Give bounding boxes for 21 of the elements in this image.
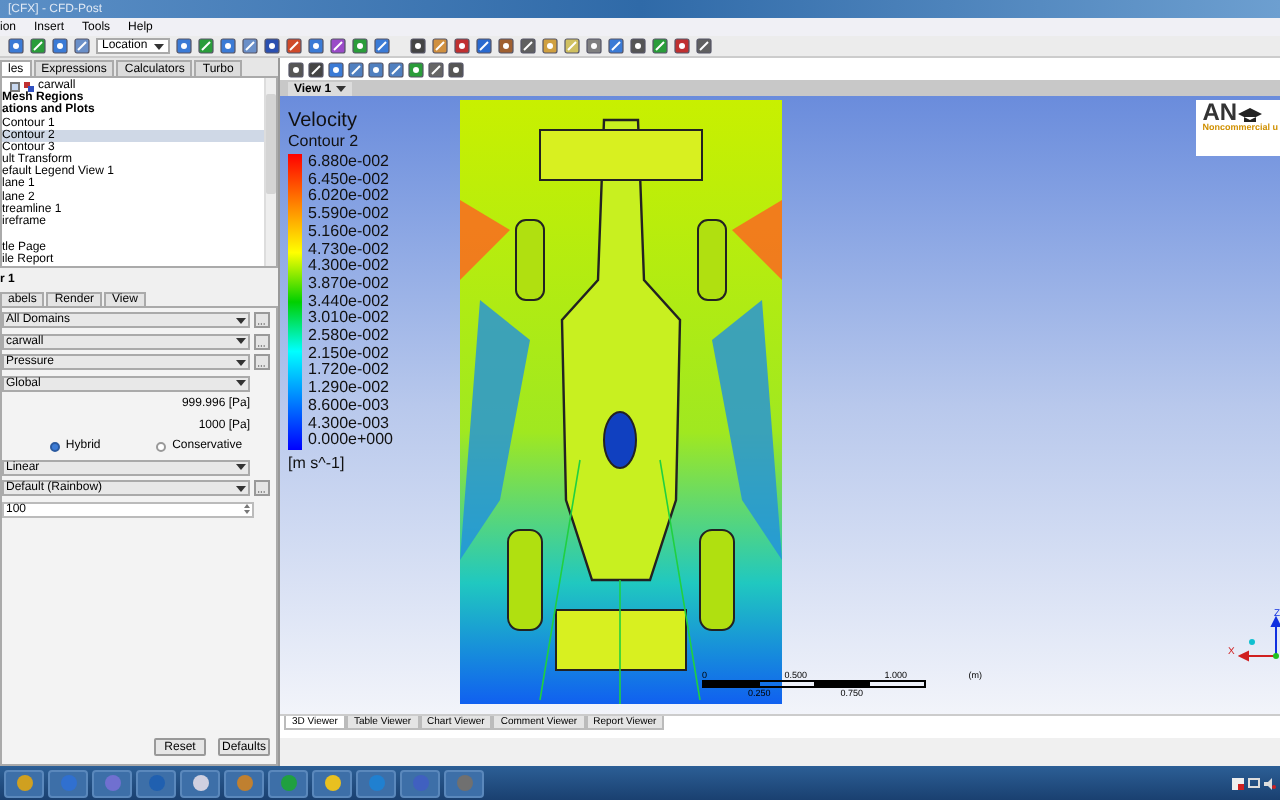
legend-subtitle: Contour 2 <box>288 132 361 150</box>
legend-value: 3.010e-002 <box>308 310 391 328</box>
legend-value: 0.000e+000 <box>308 432 393 450</box>
legend-value: 1.290e-002 <box>308 380 391 398</box>
legend-value: 2.150e-002 <box>308 345 391 362</box>
legend-value: 6.450e-002 <box>308 171 391 188</box>
legend-unit: [m s^-1] <box>288 453 347 474</box>
legend-value: 6.880e-002 <box>308 154 391 172</box>
legend-value: 3.870e-002 <box>308 275 391 294</box>
legend-value: 4.300e-003 <box>308 415 391 432</box>
legend-value: 5.590e-002 <box>308 206 391 224</box>
legend-title: Velocity <box>288 112 359 132</box>
legend-value: 4.300e-002 <box>308 258 391 276</box>
legend-value: 3.440e-002 <box>308 293 391 310</box>
legend-value: 8.600e-003 <box>308 397 391 416</box>
legend-value: 4.730e-002 <box>308 241 391 258</box>
legend-value: 6.020e-002 <box>308 188 391 206</box>
legend-value: 1.720e-002 <box>308 362 391 380</box>
legend-value: 5.160e-002 <box>308 223 391 242</box>
logo-text: AN <box>1202 100 1238 124</box>
legend-value: 2.580e-002 <box>308 328 391 346</box>
